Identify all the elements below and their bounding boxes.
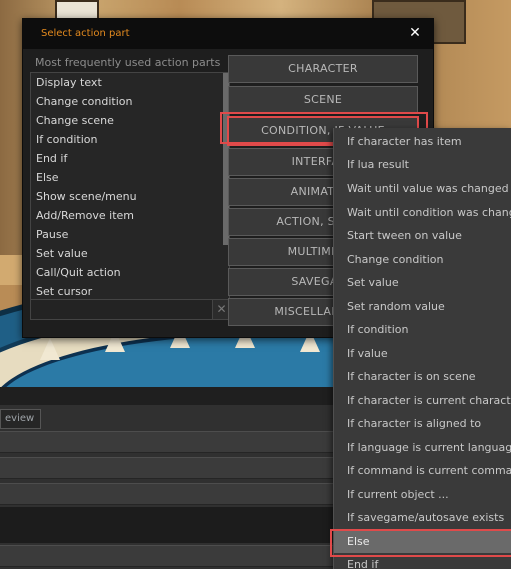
menu-item[interactable]: If character is aligned to	[334, 412, 511, 435]
menu-item[interactable]: Set random value	[334, 295, 511, 318]
list-item[interactable]: If condition	[31, 130, 229, 149]
list-item[interactable]: Change condition	[31, 92, 229, 111]
frequent-actions-list[interactable]: Display text Change condition Change sce…	[30, 72, 230, 302]
menu-item[interactable]: Wait until condition was changed	[334, 201, 511, 224]
menu-item[interactable]: If savegame/autosave exists	[334, 506, 511, 529]
tab-preview[interactable]: eview	[0, 409, 42, 429]
list-item[interactable]: End if	[31, 149, 229, 168]
category-scene-button[interactable]: SCENE	[228, 86, 418, 114]
list-item[interactable]: Display text	[31, 73, 229, 92]
search-input[interactable]	[30, 299, 214, 320]
list-item[interactable]: Show scene/menu	[31, 187, 229, 206]
list-item[interactable]: Call/Quit action	[31, 263, 229, 282]
menu-item[interactable]: Wait until value was changed	[334, 177, 511, 200]
menu-item[interactable]: If command is current command	[334, 459, 511, 482]
dialog-titlebar: Select action part ✕	[23, 19, 433, 49]
menu-item[interactable]: Set value	[334, 271, 511, 294]
menu-item[interactable]: If language is current language	[334, 436, 511, 459]
close-icon[interactable]: ✕	[407, 24, 423, 42]
menu-item[interactable]: If value	[334, 342, 511, 365]
menu-item[interactable]: Start tween on value	[334, 224, 511, 247]
menu-item[interactable]: If condition	[334, 318, 511, 341]
list-item[interactable]: Else	[31, 168, 229, 187]
category-character-button[interactable]: CHARACTER	[228, 55, 418, 83]
menu-item-selected[interactable]: Else	[334, 530, 511, 553]
menu-item[interactable]: If character has item	[334, 130, 511, 153]
condition-submenu: If character has item If lua result Wait…	[333, 128, 511, 569]
menu-item[interactable]: If character is current character	[334, 389, 511, 412]
list-item[interactable]: Add/Remove item	[31, 206, 229, 225]
menu-item[interactable]: If lua result	[334, 153, 511, 176]
menu-item[interactable]: If character is on scene	[334, 365, 511, 388]
frequent-actions-heading: Most frequently used action parts	[35, 56, 221, 69]
menu-item[interactable]: Change condition	[334, 248, 511, 271]
list-item[interactable]: Change scene	[31, 111, 229, 130]
rug-pattern	[40, 338, 60, 360]
dialog-title: Select action part	[41, 28, 130, 39]
scene-picture-frame	[55, 0, 99, 20]
list-item[interactable]: Set value	[31, 244, 229, 263]
list-item[interactable]: Pause	[31, 225, 229, 244]
menu-item[interactable]: End if	[334, 553, 511, 569]
menu-item[interactable]: If current object ...	[334, 483, 511, 506]
